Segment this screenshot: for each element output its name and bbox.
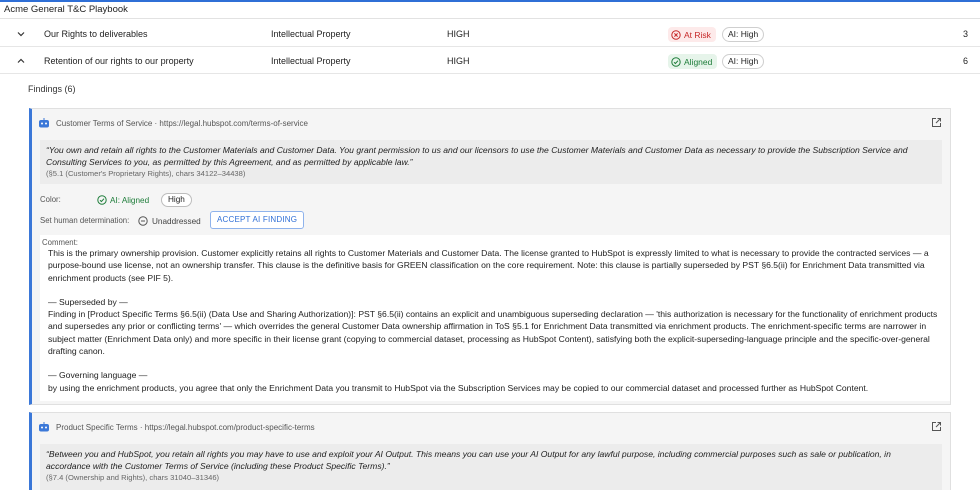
finding-count: 6: [962, 56, 968, 66]
finding-count: 3: [962, 29, 968, 39]
finding-quote: “Between you and HubSpot, you retain all…: [46, 449, 891, 471]
playbook-title: Acme General T&C Playbook: [4, 4, 128, 15]
table-row[interactable]: Retention of our rights to our property …: [0, 48, 980, 74]
open-external-icon[interactable]: [931, 117, 942, 128]
finding-source: Product Specific Terms · https://legal.h…: [38, 422, 315, 432]
status-badge: Aligned: [668, 54, 718, 69]
status-badge: At Risk: [668, 27, 716, 42]
requirement-category: Intellectual Property: [271, 56, 351, 66]
requirement-severity: HIGH: [447, 56, 470, 66]
finding-source: Customer Terms of Service · https://lega…: [38, 118, 308, 128]
requirement-name: Our Rights to deliverables: [44, 29, 148, 39]
title-divider: [0, 18, 980, 19]
chevron-up-icon[interactable]: [16, 56, 26, 66]
ai-confidence-chip: AI: High: [722, 27, 765, 42]
finding-reference: (§5.1 (Customer's Proprietary Rights), c…: [46, 169, 246, 178]
finding-reference: (§7.4 (Ownership and Rights), chars 3104…: [46, 473, 220, 482]
comment-section: Comment: This is the primary ownership p…: [40, 235, 950, 401]
human-determination-status[interactable]: Unaddressed: [138, 216, 201, 226]
finding-source-text: Customer Terms of Service · https://lega…: [56, 118, 308, 128]
requirement-name: Retention of our rights to our property: [44, 56, 194, 66]
comment-paragraph: by using the enrichment products, you ag…: [48, 382, 869, 393]
comment-paragraph: This is the primary ownership provision.…: [48, 248, 931, 283]
requirement-severity: HIGH: [447, 29, 470, 39]
ai-status-chip: AI: Aligned: [97, 195, 149, 205]
comment-heading: — Governing language —: [48, 370, 148, 381]
finding-quote: “You own and retain all rights to the Cu…: [46, 145, 908, 167]
finding-quote-box: “You own and retain all rights to the Cu…: [40, 140, 942, 184]
status-text: Aligned: [684, 56, 713, 67]
comment-label: Comment:: [42, 238, 78, 247]
table-row[interactable]: Our Rights to deliverables Intellectual …: [0, 21, 980, 47]
comment-paragraph: Finding in [Product Specific Terms §6.5(…: [48, 309, 940, 357]
findings-heading: Findings (6): [28, 84, 76, 94]
ai-status-text: AI: Aligned: [110, 195, 150, 205]
chevron-down-icon[interactable]: [16, 29, 26, 39]
robot-icon: [39, 118, 49, 128]
human-determination-label: Set human determination:: [40, 216, 130, 225]
requirement-category: Intellectual Property: [271, 29, 351, 39]
open-external-icon[interactable]: [931, 421, 942, 432]
x-circle-icon: [671, 29, 681, 40]
color-label: Color:: [40, 195, 61, 204]
check-circle-icon: [671, 56, 681, 67]
top-accent-bar: [0, 0, 980, 2]
finding-card: Product Specific Terms · https://legal.h…: [29, 412, 951, 490]
status-text: At Risk: [684, 29, 711, 40]
accept-ai-finding-button[interactable]: ACCEPT AI FINDING: [210, 211, 305, 229]
robot-icon: [39, 422, 49, 432]
comment-heading: — Superseded by —: [48, 296, 128, 307]
finding-source-text: Product Specific Terms · https://legal.h…: [56, 422, 315, 432]
ai-confidence-chip: AI: High: [722, 54, 765, 69]
finding-quote-box: “Between you and HubSpot, you retain all…: [40, 444, 942, 490]
human-determination-text: Unaddressed: [152, 216, 201, 226]
minus-circle-icon: [138, 216, 148, 226]
check-circle-icon: [97, 195, 107, 205]
finding-card: Customer Terms of Service · https://lega…: [29, 108, 951, 405]
confidence-chip: High: [161, 193, 192, 207]
